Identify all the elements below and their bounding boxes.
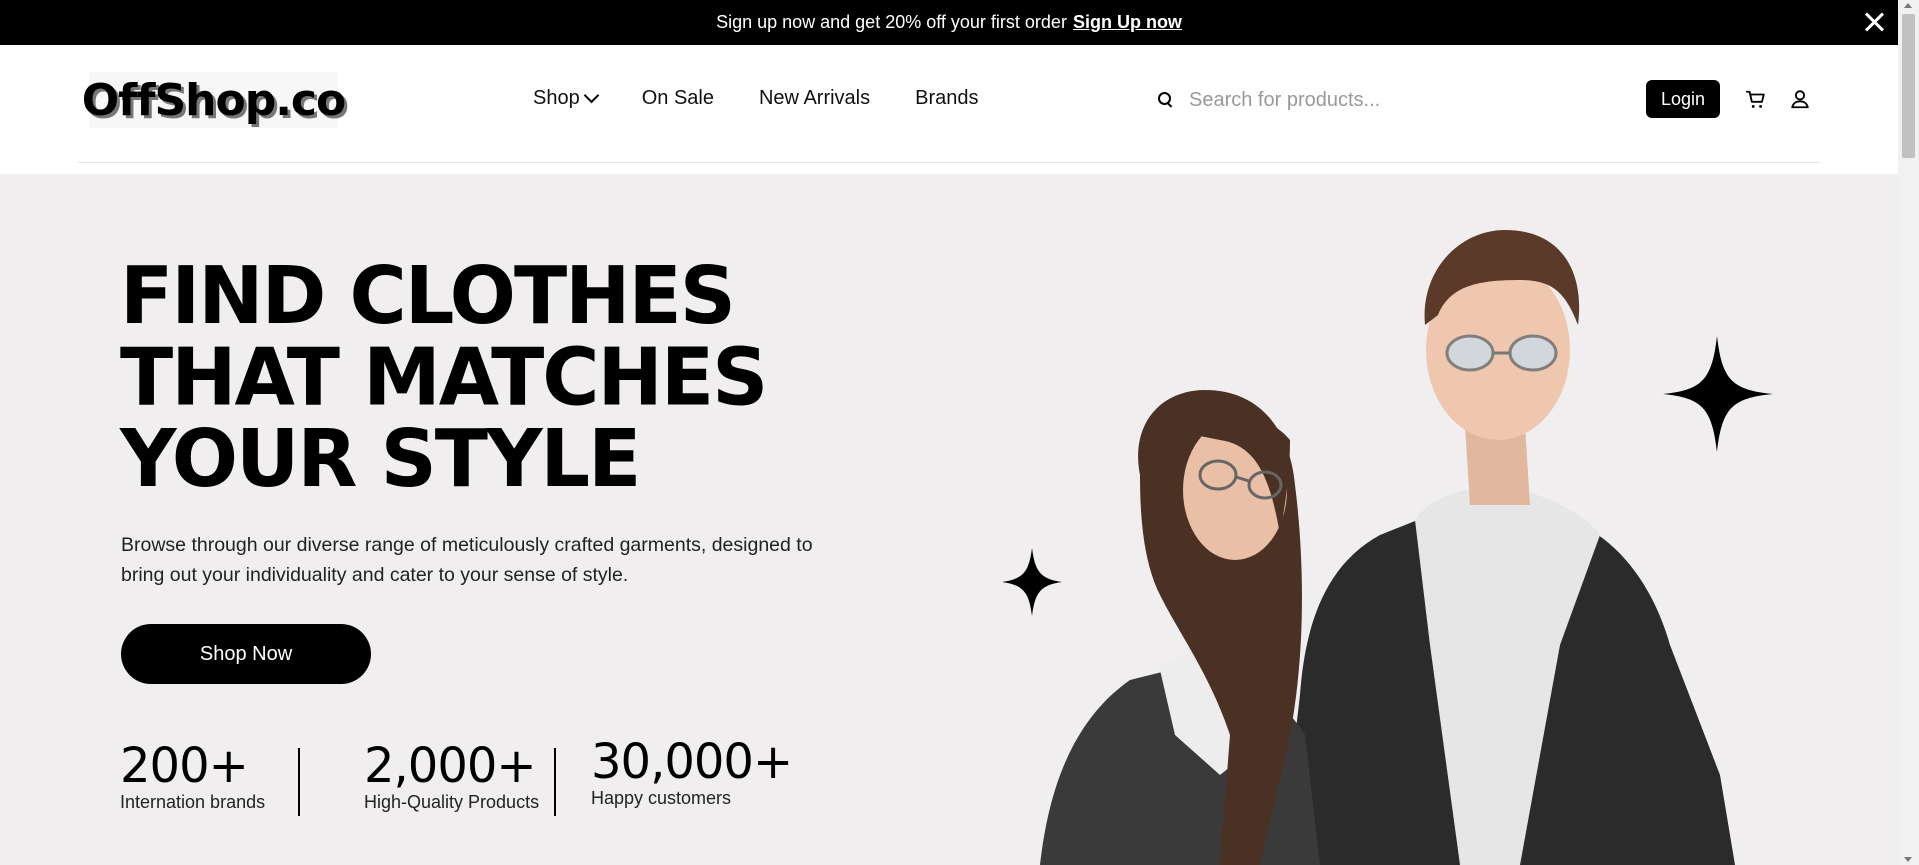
main-nav: Shop On Sale New Arrivals Brands bbox=[533, 87, 1024, 110]
sparkle-star-icon bbox=[1002, 548, 1062, 616]
nav-new-arrivals[interactable]: New Arrivals bbox=[759, 87, 870, 110]
promo-banner: Sign up now and get 20% off your first o… bbox=[0, 0, 1898, 45]
nav-brands[interactable]: Brands bbox=[915, 87, 978, 110]
stat-label: Happy customers bbox=[591, 788, 732, 808]
stats-row: 200+ Internation brands 2,000+ High-Qual… bbox=[120, 734, 793, 816]
search-icon bbox=[1157, 91, 1175, 109]
hero-title-line: YOUR STYLE bbox=[120, 413, 641, 506]
stat-label: High-Quality Products bbox=[364, 792, 540, 812]
stat-value: 30,000+ bbox=[591, 734, 793, 790]
search-bar bbox=[1157, 83, 1627, 117]
logo[interactable]: OffShop.co bbox=[82, 72, 346, 128]
nav-shop[interactable]: Shop bbox=[533, 87, 599, 110]
stat-divider bbox=[298, 748, 300, 816]
scroll-up-arrow-icon[interactable] bbox=[1904, 3, 1912, 8]
hero-description: Browse through our diverse range of meti… bbox=[121, 534, 813, 586]
hero-image bbox=[1002, 230, 1773, 865]
header-divider bbox=[78, 162, 1820, 163]
stat-divider bbox=[554, 748, 556, 816]
chevron-down-icon bbox=[583, 87, 599, 104]
nav-on-sale[interactable]: On Sale bbox=[642, 87, 714, 110]
sign-up-link[interactable]: Sign Up now bbox=[1073, 12, 1182, 33]
search-input[interactable] bbox=[1187, 87, 1611, 113]
stat-customers: 30,000+ Happy customers bbox=[591, 734, 793, 816]
login-button[interactable]: Login bbox=[1646, 80, 1720, 118]
hero-title-line: FIND CLOTHES bbox=[120, 250, 736, 343]
close-icon[interactable] bbox=[1860, 8, 1888, 36]
nav-shop-label: Shop bbox=[533, 87, 580, 109]
scrollbar-thumb[interactable] bbox=[1902, 14, 1915, 158]
stat-value: 2,000+ bbox=[364, 738, 537, 794]
stat-label: Internation brands bbox=[120, 792, 266, 812]
cart-icon[interactable] bbox=[1745, 89, 1767, 111]
shop-now-button[interactable]: Shop Now bbox=[121, 624, 371, 684]
sparkle-star-icon bbox=[1663, 336, 1773, 452]
hero-title: FIND CLOTHES THAT MATCHES YOUR STYLE bbox=[120, 250, 768, 506]
site-header: OffShop.co Shop On Sale New Arrivals Bra… bbox=[0, 45, 1898, 174]
user-icon[interactable] bbox=[1789, 88, 1811, 110]
hero-title-line: THAT MATCHES bbox=[120, 332, 768, 424]
stat-brands: 200+ Internation brands bbox=[120, 738, 298, 816]
stat-value: 200+ bbox=[120, 738, 249, 794]
stat-products: 2,000+ High-Quality Products bbox=[364, 738, 554, 816]
scroll-down-arrow-icon[interactable] bbox=[1904, 857, 1912, 862]
promo-text: Sign up now and get 20% off your first o… bbox=[716, 12, 1067, 32]
page-scrollbar[interactable] bbox=[1898, 0, 1919, 865]
